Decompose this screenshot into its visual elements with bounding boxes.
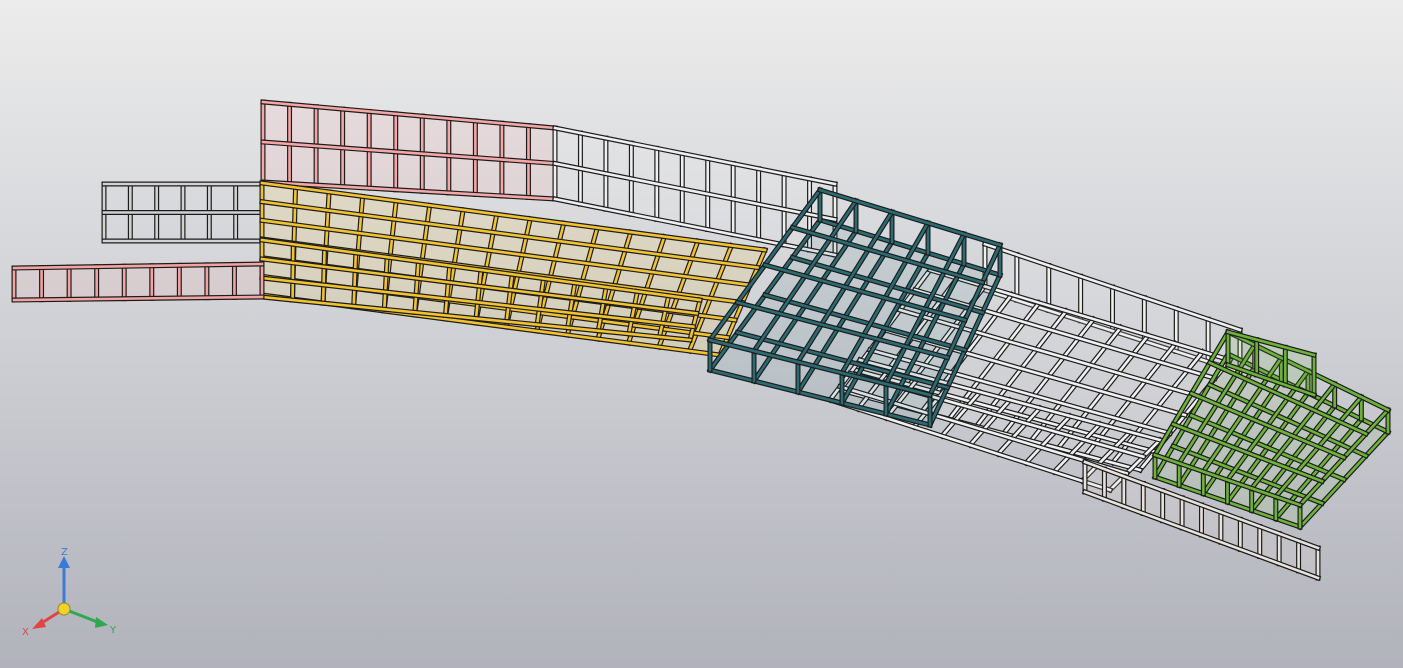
y-arrow-icon bbox=[95, 617, 108, 628]
model-viewport[interactable]: Z Y X bbox=[0, 0, 1403, 668]
z-axis-label: Z bbox=[61, 547, 68, 558]
origin-icon bbox=[57, 602, 71, 616]
y-axis-label: Y bbox=[109, 625, 117, 636]
x-axis-label: X bbox=[22, 627, 29, 638]
axis-triad: Z Y X bbox=[22, 547, 117, 638]
x-arrow-icon bbox=[32, 618, 46, 629]
